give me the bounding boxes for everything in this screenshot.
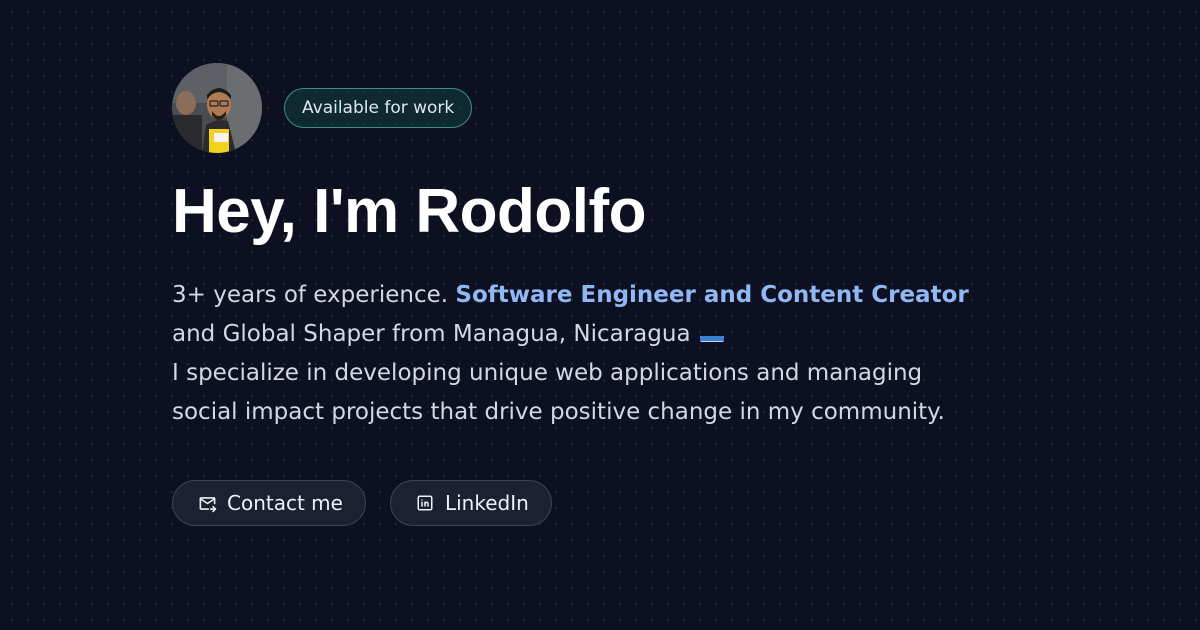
bio-part-1: 3+ years of experience. bbox=[172, 282, 456, 308]
avatar-photo bbox=[172, 63, 262, 153]
linkedin-button-label: LinkedIn bbox=[444, 491, 529, 515]
hero-section: Available for work Hey, I'm Rodolfo 3+ y… bbox=[172, 62, 992, 526]
bio-text: 3+ years of experience. Software Enginee… bbox=[172, 276, 972, 432]
action-buttons: Contact me LinkedIn bbox=[172, 480, 992, 526]
availability-badge: Available for work bbox=[284, 88, 473, 128]
nicaragua-flag-icon bbox=[699, 326, 724, 342]
contact-button-label: Contact me bbox=[227, 491, 343, 515]
contact-button[interactable]: Contact me bbox=[172, 480, 366, 526]
profile-row: Available for work bbox=[172, 62, 992, 154]
bio-part-2: and Global Shaper from Managua, Nicaragu… bbox=[172, 321, 698, 347]
page-title: Hey, I'm Rodolfo bbox=[172, 177, 647, 246]
linkedin-icon bbox=[415, 493, 435, 513]
linkedin-button[interactable]: LinkedIn bbox=[389, 480, 552, 526]
mail-icon bbox=[197, 493, 217, 513]
bio-line-2: I specialize in developing unique web ap… bbox=[172, 360, 945, 425]
avatar bbox=[172, 63, 262, 153]
bio-accent: Software Engineer and Content Creator bbox=[455, 282, 969, 308]
